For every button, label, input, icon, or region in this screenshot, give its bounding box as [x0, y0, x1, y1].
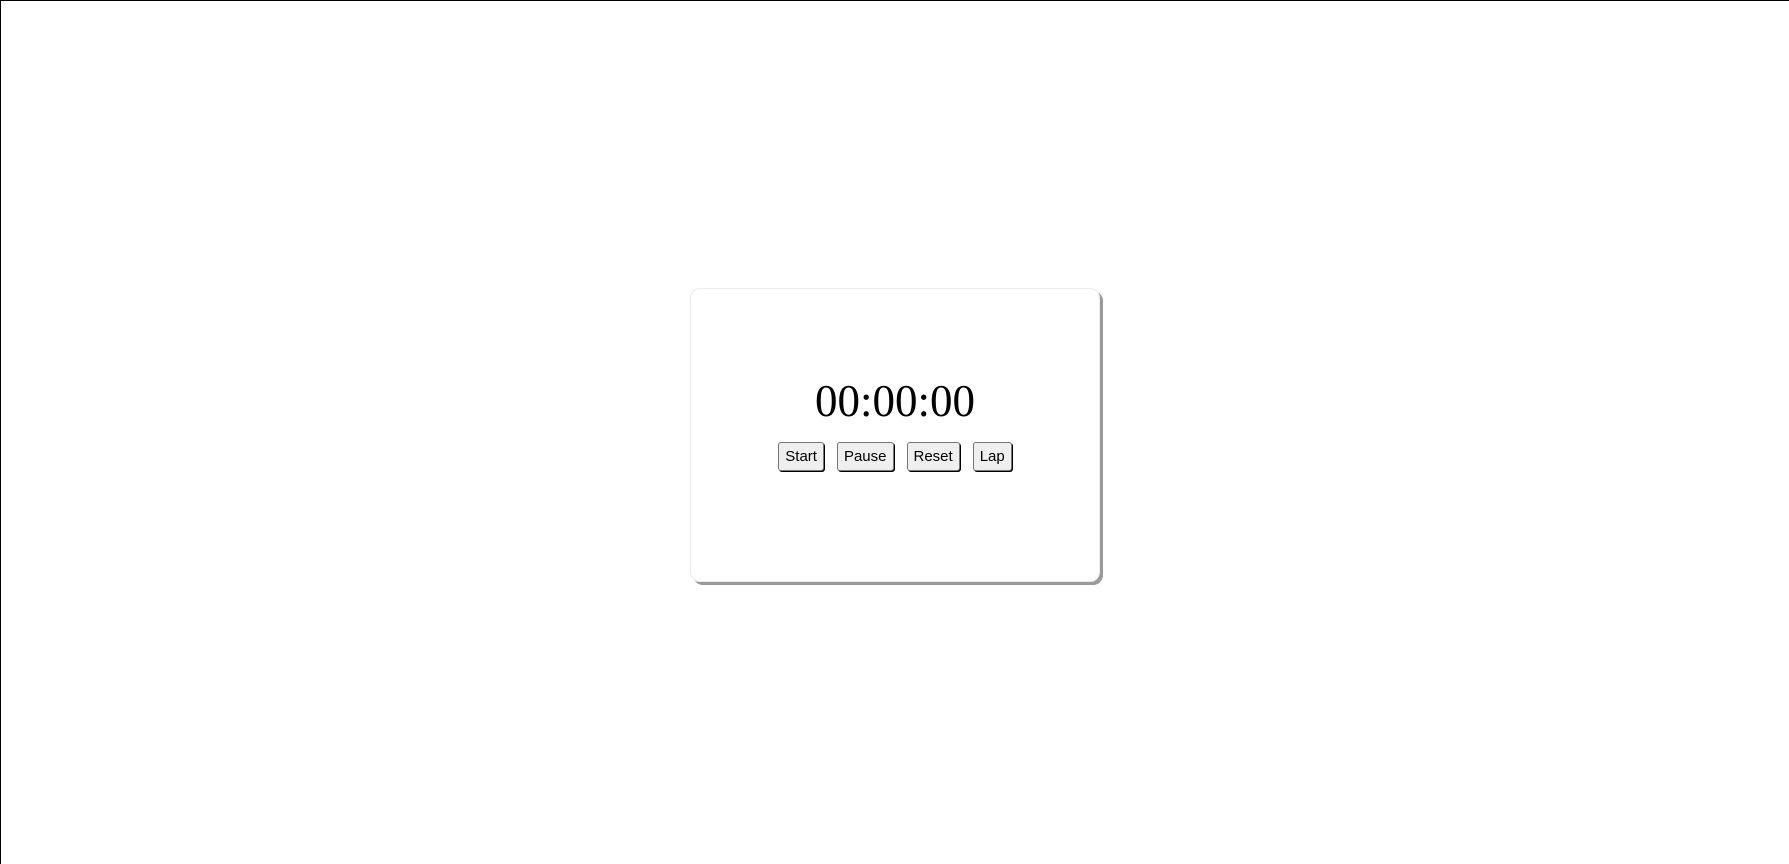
start-button[interactable]: Start — [778, 442, 824, 471]
stopwatch-controls: Start Pause Reset Lap — [778, 442, 1012, 471]
pause-button[interactable]: Pause — [836, 442, 894, 471]
lap-button[interactable]: Lap — [972, 442, 1012, 471]
stopwatch-card: 00:00:00 Start Pause Reset Lap — [690, 288, 1100, 582]
time-display: 00:00:00 — [814, 376, 975, 426]
reset-button[interactable]: Reset — [906, 442, 960, 471]
